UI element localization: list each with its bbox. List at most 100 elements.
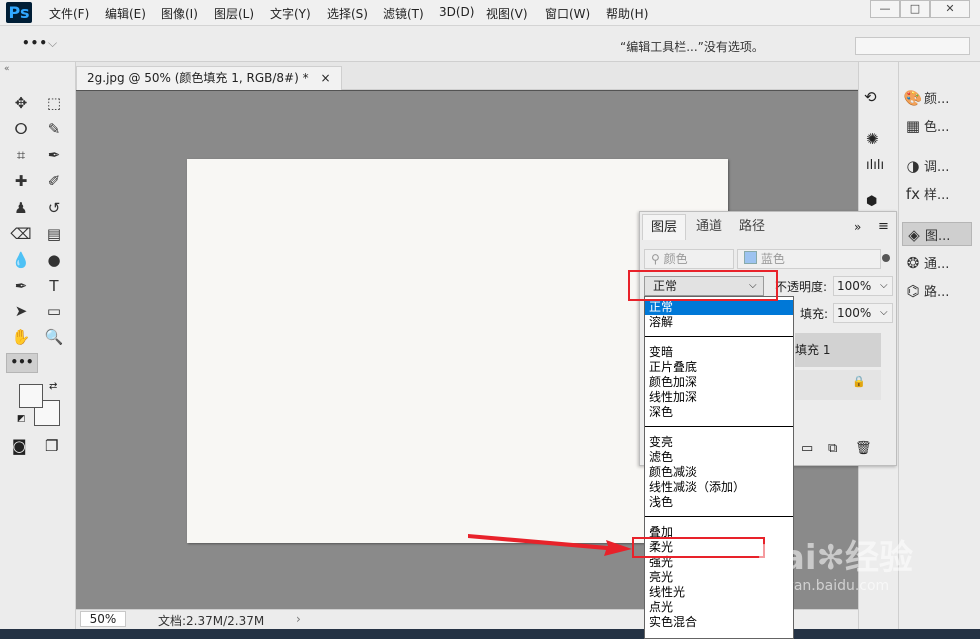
minimize-button[interactable]: — [870, 0, 900, 18]
maximize-button[interactable]: □ [900, 0, 930, 18]
new-group-icon[interactable]: ▭ [801, 441, 813, 456]
background-layer-row[interactable] [795, 370, 881, 400]
layer-row[interactable]: 填充 1 [795, 333, 881, 367]
edit-toolbar-button[interactable]: ••• [6, 353, 38, 373]
menu-item[interactable]: 滤镜(T) [383, 5, 424, 22]
panel-button[interactable]: ⌬ 路... [902, 279, 972, 303]
blend-option[interactable]: 变暗 [645, 345, 793, 360]
status-arrow-icon[interactable]: › [296, 612, 301, 626]
quick-select-tool[interactable]: ✎ [43, 118, 65, 140]
options-message: “编辑工具栏...”没有选项。 [620, 40, 764, 54]
collapse-icon[interactable]: « [4, 64, 10, 74]
menu-item[interactable]: 视图(V) [486, 5, 528, 22]
highlight-box [632, 537, 765, 558]
new-layer-icon[interactable]: ⧉ [828, 441, 837, 456]
layer-name: 填充 1 [795, 343, 831, 357]
screen-mode-icon[interactable]: ❐ [45, 437, 58, 455]
zoom-field[interactable]: 50% [80, 611, 126, 627]
default-colors-icon[interactable]: ◩ [17, 414, 26, 424]
menu-item[interactable]: 文件(F) [49, 5, 89, 22]
opacity-field[interactable]: 100% ⌵ [833, 276, 893, 296]
move-tool[interactable]: ✥ [10, 92, 32, 114]
tab-layers[interactable]: 图层 [642, 214, 687, 240]
chevron-down-icon[interactable]: ⌵ [48, 36, 57, 51]
fill-value: 100% [837, 306, 872, 320]
blend-option[interactable]: 变亮 [645, 435, 793, 450]
delete-layer-icon[interactable]: 🗑 [855, 441, 872, 456]
paths-icon: ⌬ [906, 282, 920, 300]
collapse-panel-icon[interactable]: » [854, 220, 861, 234]
rectangle-tool[interactable]: ▭ [43, 300, 65, 322]
opacity-label: 不透明度: [775, 280, 828, 294]
dropdown-separator [645, 516, 793, 517]
menu-item[interactable]: 图层(L) [214, 5, 254, 22]
history-icon[interactable]: ⟲ [864, 88, 877, 106]
blend-option[interactable]: 正片叠底 [645, 360, 793, 375]
blend-option[interactable]: 线性减淡（添加） [645, 480, 793, 495]
gradient-tool[interactable]: ▤ [43, 223, 65, 245]
foreground-color-swatch[interactable] [19, 384, 43, 408]
panel-button-label: 路... [924, 285, 950, 300]
brushes-icon[interactable]: ılılı [866, 158, 884, 173]
menu-item[interactable]: 文字(Y) [270, 5, 311, 22]
type-tool[interactable]: T [43, 275, 65, 297]
hand-tool[interactable]: ✋ [10, 326, 32, 348]
filter-kind-label: 颜色 [663, 252, 688, 266]
panel-button[interactable]: ◈ 图... [902, 222, 972, 246]
brush-settings-icon[interactable]: ✺ [866, 130, 879, 148]
menu-item[interactable]: 3D(D) [439, 5, 474, 19]
lock-icon: 🔒 [852, 375, 866, 388]
menu-item[interactable]: 窗口(W) [545, 5, 590, 22]
panel-button[interactable]: 🎨 颜... [902, 86, 972, 110]
menu-item[interactable]: 选择(S) [327, 5, 368, 22]
eraser-tool[interactable]: ⌫ [10, 223, 32, 245]
pen-tool[interactable]: ✒ [10, 275, 32, 297]
watermark-url: jingyan.baidu.com [760, 578, 890, 594]
filter-color-label: 蓝色 [760, 252, 785, 266]
blend-option[interactable]: 颜色加深 [645, 375, 793, 390]
marquee-tool[interactable]: ⬚ [43, 92, 65, 114]
blend-option[interactable]: 溶解 [645, 315, 793, 330]
panel-button[interactable]: fx 样... [902, 182, 972, 206]
menu-item[interactable]: 帮助(H) [606, 5, 648, 22]
menu-item[interactable]: 编辑(E) [105, 5, 146, 22]
panel-button-label: 调... [924, 160, 950, 175]
eyedropper-tool[interactable]: ✒ [43, 144, 65, 166]
blend-option[interactable]: 滤色 [645, 450, 793, 465]
crop-tool[interactable]: ⌗ [10, 144, 32, 166]
stamp-tool[interactable]: ♟ [10, 197, 32, 219]
brush-tool[interactable]: ✐ [43, 170, 65, 192]
quick-mask-icon[interactable]: ◙ [12, 437, 27, 455]
blend-option[interactable]: 浅色 [645, 495, 793, 510]
blend-option[interactable]: 深色 [645, 405, 793, 420]
panel-button[interactable]: ◑ 调... [902, 154, 972, 178]
panel-button[interactable]: ❂ 通... [902, 251, 972, 275]
blend-option[interactable]: 线性加深 [645, 390, 793, 405]
zoom-tool[interactable]: 🔍 [43, 326, 65, 348]
dodge-tool[interactable]: ● [43, 249, 65, 271]
history-brush-tool[interactable]: ↺ [43, 197, 65, 219]
layer-filter-color[interactable]: 蓝色 [737, 249, 881, 269]
fill-field[interactable]: 100% ⌵ [833, 303, 893, 323]
document-tab[interactable]: 2g.jpg @ 50% (颜色填充 1, RGB/8#) * × [76, 66, 342, 90]
panel-menu-icon[interactable]: ≡ [878, 219, 889, 234]
panel-button[interactable]: ▦ 色... [902, 114, 972, 138]
path-select-tool[interactable]: ➤ [10, 300, 32, 322]
blend-option[interactable]: 颜色减淡 [645, 465, 793, 480]
lasso-tool[interactable]: ⵔ [10, 118, 32, 140]
blur-tool[interactable]: 💧 [10, 249, 32, 271]
filter-toggle-icon[interactable] [882, 254, 890, 262]
healing-tool[interactable]: ✚ [10, 170, 32, 192]
tab-channels[interactable]: 通道 [688, 214, 730, 240]
swap-colors-icon[interactable]: ⇄ [49, 381, 57, 392]
adjustments-icon: ◑ [906, 157, 920, 175]
close-window-button[interactable]: ✕ [930, 0, 970, 18]
layer-filter-kind[interactable]: ⚲ 颜色 [644, 249, 734, 269]
close-icon[interactable]: × [320, 71, 330, 85]
blend-option[interactable]: 正常 [645, 300, 793, 315]
tab-paths[interactable]: 路径 [731, 214, 773, 240]
options-more-button[interactable]: ••• [22, 36, 48, 50]
3d-icon[interactable]: ⬢ [866, 194, 877, 209]
fill-label: 填充: [800, 307, 829, 321]
menu-item[interactable]: 图像(I) [161, 5, 198, 22]
